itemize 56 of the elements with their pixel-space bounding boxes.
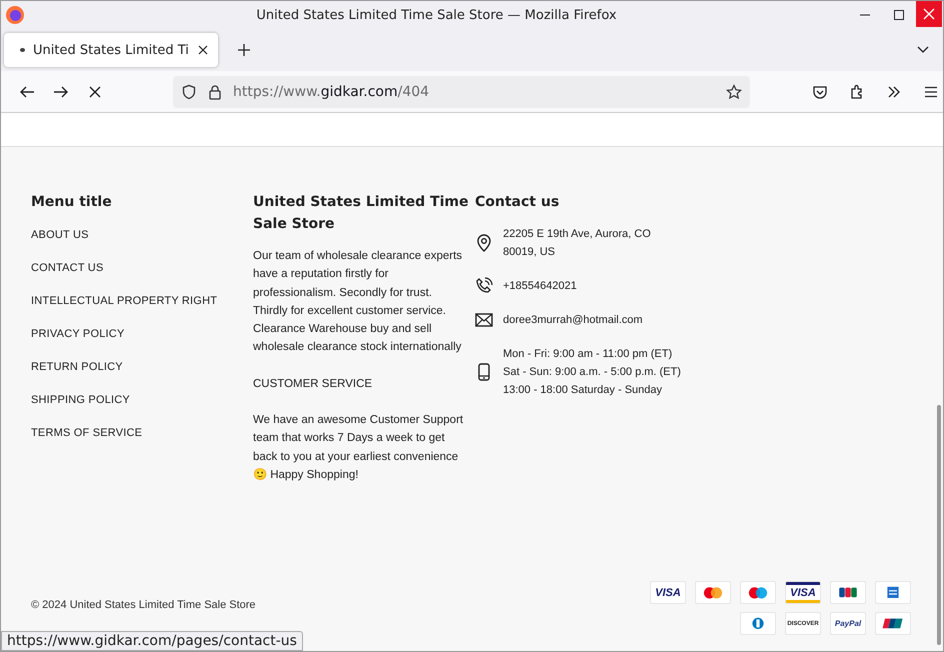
forward-arrow-icon[interactable] xyxy=(53,84,69,100)
footer-link[interactable]: CONTACT US xyxy=(31,262,104,274)
footer-link[interactable]: INTELLECTUAL PROPERTY RIGHT xyxy=(31,295,218,307)
browser-logo-icon xyxy=(5,5,25,25)
payment-card-icon: VISA xyxy=(785,581,821,604)
footer-link[interactable]: TERMS OF SERVICE xyxy=(31,427,142,439)
contact-text: Mon - Fri: 9:00 am - 11:00 pm (ET) xyxy=(503,347,674,362)
location-pin-icon xyxy=(475,234,493,252)
copyright-text: © 2024 United States Limited Time Sale Store xyxy=(31,599,256,611)
payment-card-icon: VISA xyxy=(650,581,686,604)
star-icon[interactable] xyxy=(726,84,742,100)
url-text: https://www.gidkar.com/404 xyxy=(233,84,430,100)
contact-text: 13:00 - 18:00 Saturday - Sunday xyxy=(503,383,663,398)
browser-tab[interactable]: United States Limited Ti xyxy=(4,33,218,67)
contact-text: +18554642021 xyxy=(503,279,577,294)
stop-icon[interactable] xyxy=(87,84,103,100)
menu-heading: Menu title xyxy=(31,193,113,212)
footer-link[interactable]: PRIVACY POLICY xyxy=(31,328,124,340)
phone-icon xyxy=(475,277,493,295)
double-chevron-icon[interactable] xyxy=(886,84,902,100)
contact-text: 80019, US xyxy=(503,245,556,260)
tab-title: United States Limited Ti xyxy=(33,42,190,58)
close-icon[interactable] xyxy=(198,45,208,55)
contact-heading: Contact us xyxy=(475,193,560,212)
envelope-icon xyxy=(475,311,493,329)
footer-link[interactable]: ABOUT US xyxy=(31,229,89,241)
close-button[interactable] xyxy=(916,1,942,27)
back-arrow-icon[interactable] xyxy=(19,84,35,100)
shield-icon xyxy=(181,84,197,100)
lock-icon xyxy=(207,84,223,100)
footer-link[interactable]: SHIPPING POLICY xyxy=(31,394,130,406)
window-title: United States Limited Time Sale Store — Mozilla Firefox xyxy=(255,8,618,22)
close-icon xyxy=(923,8,935,20)
payment-card-icon: PayPal xyxy=(830,612,866,635)
footer-paragraph: We have an awesome Customer Support team that works 7 Days a week to get back to you at your earliest convenience xyxy=(253,413,464,465)
contact-text: doree3murrah@hotmail.com xyxy=(503,313,643,328)
footer-paragraph: CUSTOMER SERVICE xyxy=(253,376,374,392)
payment-card-icon xyxy=(875,581,911,604)
footer-link[interactable]: RETURN POLICY xyxy=(31,361,123,373)
contact-text: 22205 E 19th Ave, Aurora, CO xyxy=(503,227,651,242)
link-status-text: https://www.gidkar.com/pages/contact-us xyxy=(1,631,303,651)
footer-paragraph: Our team of wholesale clearance experts have a reputation firstly for professionalism. Secondly for trust. Thirdly for excellent customer service. Clearance Warehouse buy and sell wholesale clearance stock internationally xyxy=(253,249,464,356)
payment-card-icon xyxy=(695,581,731,604)
plus-icon[interactable] xyxy=(238,44,250,56)
contact-text: Sat - Sun: 9:00 a.m. - 5:00 p.m. (ET) xyxy=(503,365,681,380)
payment-card-icon xyxy=(830,581,866,604)
maximize-icon xyxy=(893,9,905,21)
store-heading: United States Limited Time Sale Store xyxy=(253,193,470,234)
scrollbar-thumb[interactable] xyxy=(937,405,941,645)
footer-paragraph: 🙂 Happy Shopping! xyxy=(253,467,360,483)
payment-card-icon xyxy=(740,612,776,635)
payment-card-icon xyxy=(740,581,776,604)
payment-card-icon xyxy=(875,612,911,635)
chevron-down-icon[interactable] xyxy=(917,46,929,54)
address-bar[interactable]: https://www.gidkar.com/404 xyxy=(173,76,750,108)
pocket-icon[interactable] xyxy=(812,84,828,100)
